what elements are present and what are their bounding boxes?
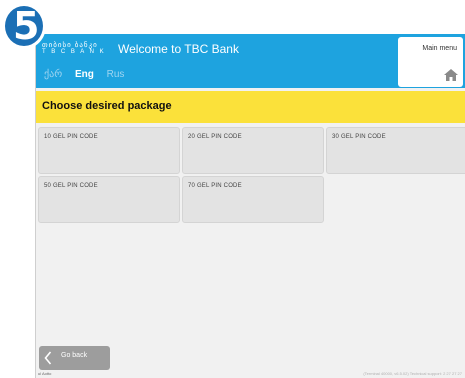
package-label: 30 GEL PIN CODE (332, 134, 386, 140)
logo-line-georgian: თიბისი ბანკი (42, 42, 98, 49)
package-label: 50 GEL PIN CODE (44, 183, 98, 189)
chevron-left-icon (44, 351, 52, 365)
language-georgian[interactable]: ქარ (44, 69, 62, 80)
package-30-gel-button[interactable]: 30 GEL PIN CODE (326, 127, 465, 174)
main-menu-label: Main menu (422, 45, 457, 52)
logo-line-latin: T B C B A N K (42, 49, 106, 55)
main-menu-button[interactable]: Main menu (398, 37, 463, 87)
language-switcher: ქარ Eng Rus (44, 69, 134, 80)
tbc-logo: თიბისი ბანკი T B C B A N K (42, 42, 106, 56)
package-70-gel-button[interactable]: 70 GEL PIN CODE (182, 176, 324, 223)
package-label: 20 GEL PIN CODE (188, 134, 242, 140)
package-50-gel-button[interactable]: 50 GEL PIN CODE (38, 176, 180, 223)
welcome-title: Welcome to TBC Bank (118, 42, 239, 56)
go-back-button[interactable]: Go back (39, 346, 110, 370)
package-banner: Choose desired package (36, 91, 465, 123)
go-back-label: Go back (61, 352, 88, 359)
step-badge: 5 (0, 0, 50, 52)
home-icon (444, 69, 458, 81)
terminal-info: (Terminal 40000, v6.5.02) Technical supp… (363, 371, 462, 376)
package-grid: 10 GEL PIN CODE 20 GEL PIN CODE 30 GEL P… (38, 127, 465, 223)
package-20-gel-button[interactable]: 20 GEL PIN CODE (182, 127, 324, 174)
language-english[interactable]: Eng (75, 69, 94, 80)
footer-language-tag: ul Aotto (38, 371, 52, 376)
banner-title: Choose desired package (42, 100, 172, 112)
step-number: 5 (13, 4, 40, 48)
kiosk-screen: თიბისი ბანკი T B C B A N K Welcome to TB… (35, 34, 465, 378)
package-10-gel-button[interactable]: 10 GEL PIN CODE (38, 127, 180, 174)
header-bar: თიბისი ბანკი T B C B A N K Welcome to TB… (36, 34, 465, 88)
package-label: 10 GEL PIN CODE (44, 134, 98, 140)
language-russian[interactable]: Rus (107, 69, 125, 80)
package-label: 70 GEL PIN CODE (188, 183, 242, 189)
